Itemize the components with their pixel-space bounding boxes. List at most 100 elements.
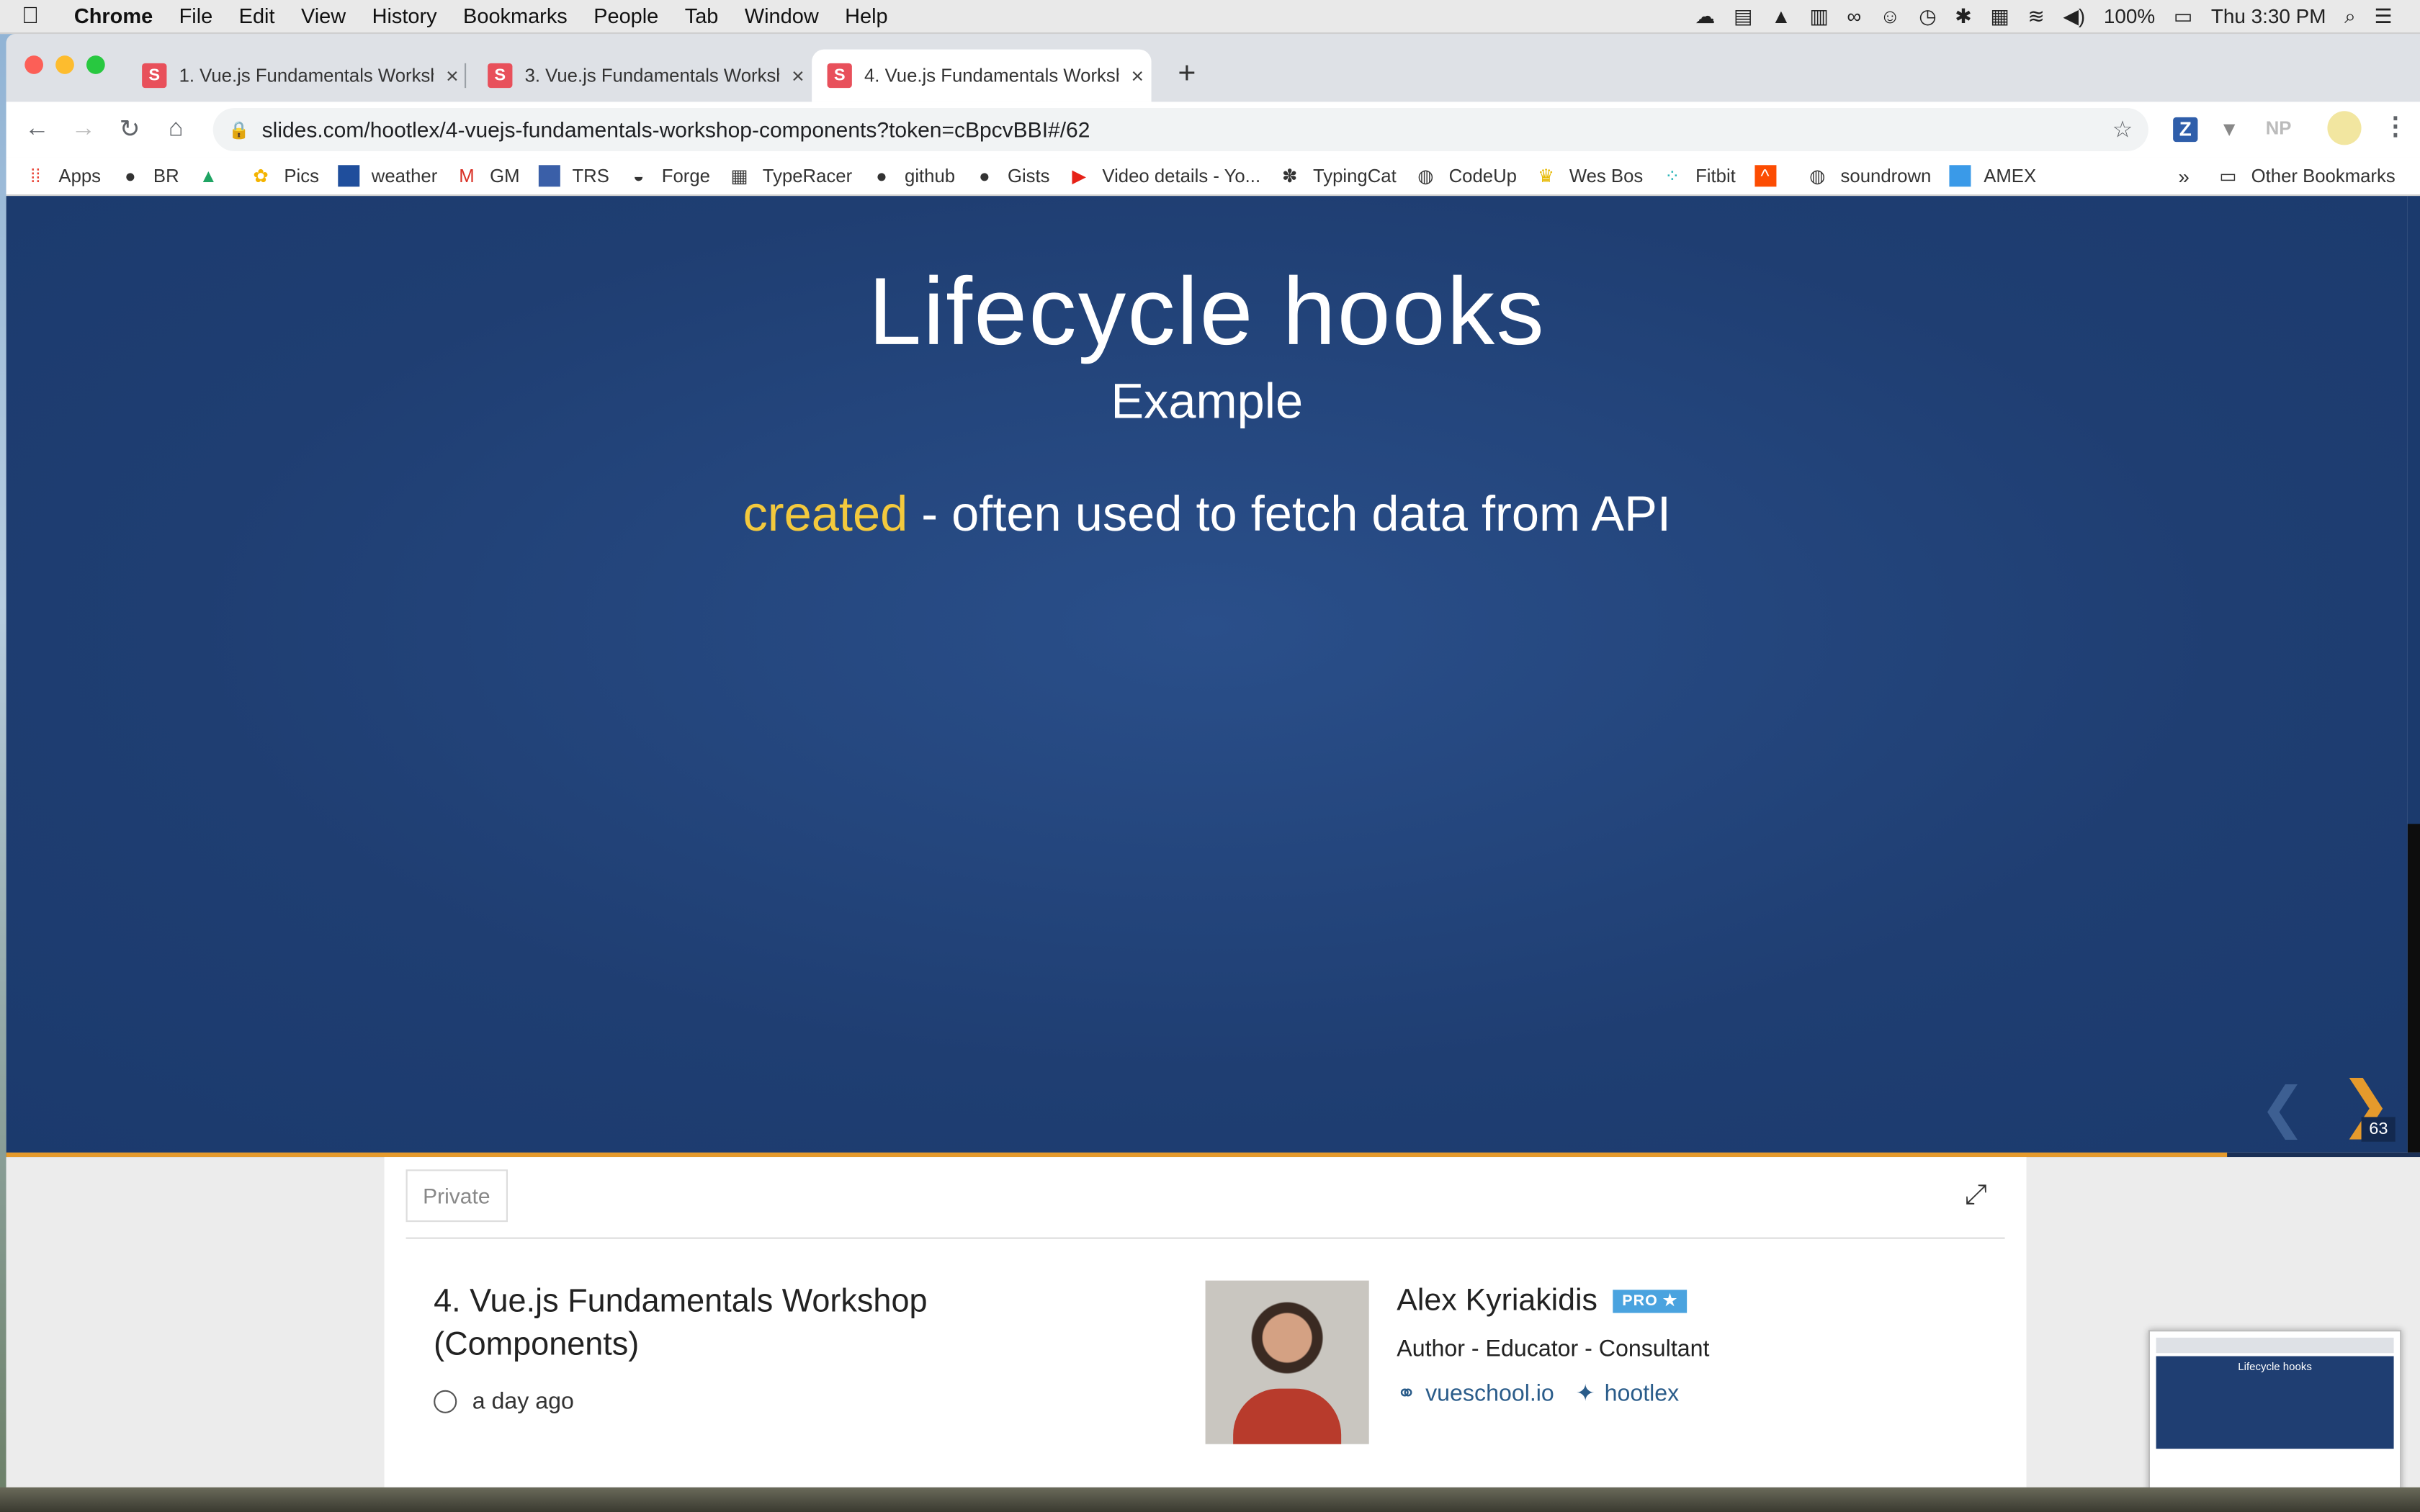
bluetooth-icon[interactable]: ✱: [1955, 4, 1971, 28]
tab-close-icon[interactable]: ×: [1125, 63, 1150, 88]
tab-2[interactable]: S 3. Vue.js Fundamentals Worksh ×: [472, 50, 810, 102]
menu-edit[interactable]: Edit: [239, 4, 275, 27]
slide-title: Lifecycle hooks: [868, 259, 1546, 366]
scrollbar-thumb[interactable]: [2407, 824, 2420, 1153]
lock-icon[interactable]: 🔒: [228, 120, 249, 140]
bookmark-apps[interactable]: ⁞⁞ Apps: [24, 165, 101, 186]
globe-icon: ◍: [1809, 165, 1826, 187]
home-icon[interactable]: ⌂: [154, 116, 197, 144]
chevron-double-right-icon[interactable]: »: [2178, 164, 2190, 187]
menu-people[interactable]: People: [593, 4, 658, 27]
previous-slide-arrow-icon[interactable]: ❮: [2259, 1076, 2306, 1140]
extension-z-icon[interactable]: Z: [2173, 117, 2198, 143]
bookmark-github[interactable]: ● github: [871, 165, 955, 186]
crown-icon: ♛: [1538, 165, 1555, 187]
bookmark-video-details[interactable]: ▶ Video details - Yo...: [1068, 165, 1260, 186]
menu-file[interactable]: File: [179, 4, 213, 27]
tab-close-icon[interactable]: ×: [786, 63, 810, 88]
fitbit-icon: ⁘: [1664, 165, 1680, 187]
bookmark-weather[interactable]: weather: [337, 165, 437, 187]
visibility-badge[interactable]: Private: [405, 1169, 508, 1223]
slide-subtitle: Example: [1111, 373, 1304, 429]
bookmark-gm[interactable]: M GM: [456, 165, 519, 187]
docker-icon[interactable]: ▤: [1734, 4, 1752, 28]
bookmark-br[interactable]: ● BR: [120, 165, 179, 186]
time-machine-icon[interactable]: ◷: [1919, 4, 1936, 28]
bookmark-typingcat[interactable]: ✽ TypingCat: [1279, 165, 1397, 186]
macos-menu-bar:  Chrome File Edit View History Bookmark…: [0, 0, 2420, 35]
bookmark-label: Forge: [661, 165, 710, 187]
volume-icon[interactable]: ◀): [2063, 4, 2085, 28]
bookmark-label: Apps: [58, 165, 102, 187]
close-window-button[interactable]: [24, 55, 43, 74]
url-text[interactable]: slides.com/hootlex/4-vuejs-fundamentals-…: [262, 117, 1090, 142]
menu-tab[interactable]: Tab: [685, 4, 719, 27]
menu-app-name[interactable]: Chrome: [74, 4, 153, 27]
triangle-app-icon[interactable]: ▲: [1771, 4, 1791, 27]
bookmark-gists[interactable]: ● Gists: [974, 165, 1050, 186]
menu-view[interactable]: View: [301, 4, 346, 27]
glasses-icon[interactable]: ∞: [1847, 4, 1861, 27]
bookmark-codeup[interactable]: ◍ CodeUp: [1415, 165, 1517, 186]
website-link[interactable]: ⚭ vueschool.io: [1397, 1380, 1554, 1408]
tab-1[interactable]: S 1. Vue.js Fundamentals Worksh ×: [127, 50, 467, 102]
notification-center-icon[interactable]: ☰: [2374, 4, 2392, 28]
extension-v-icon[interactable]: ▼: [2219, 117, 2239, 140]
tab-3-active[interactable]: S 4. Vue.js Fundamentals Worksh ×: [812, 49, 1152, 102]
twitter-link[interactable]: ✦ hootlex: [1576, 1380, 1679, 1408]
gmail-icon: M: [459, 165, 475, 187]
bookmark-typeracer[interactable]: ▦ TypeRacer: [729, 165, 853, 186]
back-arrow-icon[interactable]: ←: [15, 116, 58, 144]
bookmark-other[interactable]: ▭ Other Bookmarks: [2217, 165, 2395, 186]
page-scrollbar[interactable]: [2407, 196, 2420, 1153]
tab-title: 4. Vue.js Fundamentals Worksh: [864, 65, 1119, 86]
extension-np-icon[interactable]: NP: [2266, 117, 2292, 139]
bookmark-label: TypingCat: [1312, 165, 1397, 187]
presentation-slide[interactable]: Lifecycle hooks Example created - often …: [6, 196, 2408, 1153]
screenshot-thumbnail[interactable]: Lifecycle hooks: [2148, 1330, 2402, 1497]
bookmark-star-icon[interactable]: ☆: [2112, 116, 2133, 143]
address-bar[interactable]: 🔒 slides.com/hootlex/4-vuejs-fundamental…: [212, 108, 2148, 151]
forward-arrow-icon[interactable]: →: [62, 116, 105, 144]
tab-close-icon[interactable]: ×: [440, 63, 465, 88]
bookmark-forge[interactable]: ◒ Forge: [628, 165, 710, 186]
wifi-icon[interactable]: ≋: [2027, 4, 2044, 28]
battery-icon[interactable]: ▭: [2174, 4, 2192, 28]
bookmark-drive[interactable]: ▲: [197, 165, 231, 186]
author-avatar[interactable]: [1205, 1280, 1369, 1444]
bookmark-trs[interactable]: TRS: [538, 165, 609, 187]
bookmark-soundrown[interactable]: ◍ soundrown: [1806, 165, 1931, 186]
chrome-menu-icon[interactable]: ⋮: [2383, 111, 2408, 142]
minimize-window-button[interactable]: [55, 55, 74, 74]
bookmark-wes-bos[interactable]: ♛ Wes Bos: [1536, 165, 1643, 187]
bookmark-label: BR: [153, 165, 179, 187]
menu-window[interactable]: Window: [745, 4, 819, 27]
profile-avatar[interactable]: [2327, 111, 2362, 145]
author-name[interactable]: Alex Kyriakidis: [1397, 1284, 1597, 1319]
bookmark-label: Pics: [284, 165, 319, 187]
menu-bookmarks[interactable]: Bookmarks: [463, 4, 568, 27]
accessibility-icon[interactable]: ☺: [1880, 4, 1900, 27]
reload-icon[interactable]: ↻: [108, 114, 151, 145]
zoom-window-button[interactable]: [86, 55, 105, 74]
battery-percent[interactable]: 100%: [2104, 4, 2155, 27]
equalizer-icon[interactable]: ▥: [1809, 4, 1828, 28]
new-tab-button[interactable]: +: [1167, 55, 1207, 96]
link-icon: ⚭: [1397, 1380, 1417, 1408]
photos-icon: ✿: [253, 165, 269, 187]
creative-cloud-icon[interactable]: ☁: [1695, 4, 1715, 28]
clock[interactable]: Thu 3:30 PM: [2211, 4, 2326, 27]
spotlight-icon[interactable]: ⌕: [2344, 4, 2356, 28]
github-icon: ●: [876, 165, 887, 187]
menu-history[interactable]: History: [372, 4, 437, 27]
bookmark-strava[interactable]: ^: [1754, 165, 1788, 187]
bookmark-pics[interactable]: ✿ Pics: [250, 165, 319, 186]
bookmark-amex[interactable]: AMEX: [1950, 165, 2036, 187]
bookmark-label: Gists: [1007, 165, 1050, 187]
fullscreen-icon[interactable]: ⤢: [1965, 1179, 1987, 1211]
apple-icon[interactable]: : [22, 3, 55, 29]
tab-strip: S 1. Vue.js Fundamentals Worksh × S 3. V…: [6, 34, 2420, 102]
bookmark-fitbit[interactable]: ⁘ Fitbit: [1662, 165, 1736, 186]
menu-help[interactable]: Help: [845, 4, 887, 27]
keyboard-icon[interactable]: ▦: [1990, 4, 2009, 28]
